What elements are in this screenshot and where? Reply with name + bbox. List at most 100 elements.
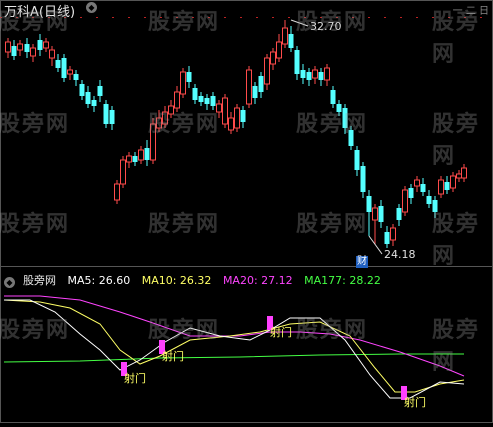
candle-down — [79, 84, 85, 96]
candle-down — [91, 100, 97, 106]
candle-down — [384, 232, 390, 244]
candle-up — [282, 27, 288, 45]
candle-down — [109, 110, 115, 124]
signal-label: 射门 — [124, 371, 146, 385]
candle-up — [461, 167, 467, 179]
candle-up — [246, 69, 252, 105]
candle-up — [43, 41, 49, 49]
candle-down — [408, 188, 414, 198]
candle-down — [198, 96, 204, 102]
candle-up — [402, 189, 408, 213]
candle-down — [366, 196, 372, 212]
candle-down — [37, 40, 43, 50]
candle-up — [126, 155, 132, 163]
candle-up — [120, 159, 126, 185]
candle-up — [324, 67, 330, 81]
candle-down — [97, 86, 103, 96]
signal-label: 射门 — [404, 395, 426, 409]
candle-down — [61, 58, 67, 78]
ma177-line — [3, 353, 464, 363]
candle-up — [67, 69, 73, 75]
candle-down — [336, 104, 342, 112]
candle-up — [30, 47, 36, 57]
candle-down — [318, 72, 324, 80]
candle-down — [144, 148, 150, 160]
candle-up — [390, 227, 396, 241]
ma5-line — [4, 299, 465, 399]
candle-down — [204, 98, 210, 104]
ma5-value: MA5: 26.60 — [67, 274, 131, 287]
candle-down — [210, 96, 216, 106]
candle-up — [276, 41, 282, 59]
candle-down — [378, 206, 384, 222]
ma20-value: MA20: 27.12 — [222, 274, 293, 287]
candle-up — [438, 179, 444, 195]
candle-down — [186, 72, 192, 82]
signal-label: 射门 — [162, 349, 184, 363]
chart-window: 32.70 24.18 射门 射门 射门 射门 万科A(日线) ◆ 一 二 日 财 ◆ 股旁… — [0, 0, 493, 423]
candle-down — [132, 156, 138, 162]
candle-down — [73, 74, 79, 80]
candle-up — [264, 57, 270, 85]
candle-up — [17, 43, 23, 51]
candle-down — [11, 46, 17, 56]
candle-up — [312, 69, 318, 79]
candle-up — [450, 175, 456, 189]
candle-up — [222, 97, 228, 125]
candle-down — [294, 50, 300, 74]
candle-down — [55, 60, 61, 68]
candle-down — [342, 108, 348, 128]
candle-down — [252, 86, 258, 98]
candle-up — [234, 107, 240, 129]
candle-up — [138, 149, 144, 161]
candle-down — [426, 196, 432, 204]
candle-down — [432, 200, 438, 212]
chart-title: 万科A(日线) — [4, 5, 76, 20]
high-price-label: 32.70 — [310, 20, 342, 33]
ma10-line — [3, 299, 465, 393]
ma10-value: MA10: 26.32 — [141, 274, 212, 287]
collapse-icon[interactable]: ◆ — [86, 2, 97, 13]
candle-up — [270, 51, 276, 65]
candle-up — [114, 183, 120, 201]
candle-up — [174, 91, 180, 109]
candle-down — [360, 166, 366, 192]
candle-down — [85, 92, 91, 104]
candle-down — [192, 88, 198, 100]
indicator-name[interactable]: 股旁网 — [23, 274, 56, 287]
candle-up — [49, 49, 55, 59]
candle-down — [300, 70, 306, 78]
candle-up — [150, 123, 156, 161]
window-controls[interactable]: 一 二 日 — [453, 2, 489, 17]
signal-label: 射门 — [270, 325, 292, 339]
candle-down — [354, 150, 360, 170]
candle-down — [306, 72, 312, 80]
indicator-toggle-icon[interactable]: ◆ — [4, 277, 15, 288]
candle-down — [396, 208, 402, 220]
candle-down — [103, 104, 109, 124]
candle-down — [288, 34, 294, 48]
candle-down — [444, 182, 450, 190]
candle-down — [348, 130, 354, 146]
finance-badge[interactable]: 财 — [356, 256, 368, 268]
candle-up — [456, 173, 462, 179]
candle-up — [180, 71, 186, 95]
candle-up — [228, 117, 234, 131]
indicator-header: ◆ 股旁网 MA5: 26.60 MA10: 26.32 MA20: 27.12 … — [4, 272, 389, 288]
candle-down — [24, 44, 30, 52]
candle-up — [372, 207, 378, 221]
candle-up — [216, 103, 222, 113]
low-price-label: 24.18 — [384, 248, 416, 261]
candle-up — [5, 41, 11, 53]
ma177-value: MA177: 28.22 — [304, 274, 381, 287]
candle-down — [258, 76, 264, 92]
kline-chart[interactable]: 32.7024.18射门射门射门射门 — [0, 0, 493, 423]
ma20-line — [4, 295, 465, 377]
candle-up — [414, 179, 420, 187]
candle-down — [420, 184, 426, 192]
candle-up — [156, 117, 162, 129]
chart-frame — [0, 0, 493, 423]
candle-up — [168, 105, 174, 115]
candle-up — [162, 111, 168, 125]
candle-down — [330, 90, 336, 104]
